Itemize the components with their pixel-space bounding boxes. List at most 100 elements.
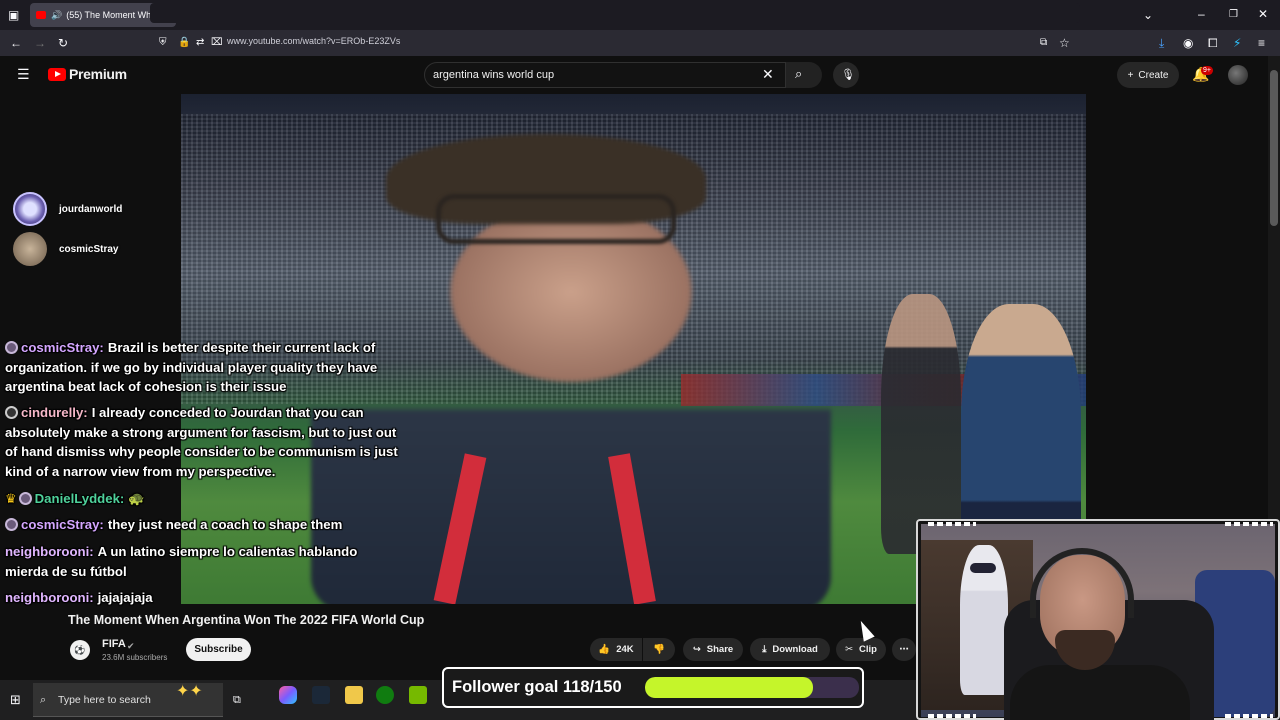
lock-icon[interactable]: 🔒 — [178, 37, 190, 49]
extensions-icon[interactable]: ⧠ — [1208, 37, 1218, 49]
hamburger-menu-icon[interactable]: ☰ — [17, 67, 30, 81]
address-bar[interactable] — [150, 3, 1080, 23]
extension-icon[interactable]: ⚡ — [1233, 37, 1241, 49]
viewer-avatar — [13, 232, 47, 266]
badge-icon — [5, 518, 18, 531]
more-icon: ⋯ — [899, 644, 909, 655]
share-button[interactable]: ↪ Share — [683, 638, 743, 661]
dislike-button[interactable]: 👎 — [643, 638, 675, 661]
picture-in-picture-icon[interactable]: ⧉ — [1040, 37, 1047, 49]
chat-username: cosmicStray: — [21, 517, 104, 532]
user-avatar[interactable] — [1228, 65, 1248, 85]
crown-icon: ♛ — [5, 491, 17, 506]
chat-text: I already conceded to Jourdan that you c… — [91, 405, 364, 420]
chat-message: neighborooni: jajajajaja — [5, 588, 153, 608]
file-explorer-icon[interactable] — [345, 686, 363, 704]
badge-icon — [5, 341, 18, 354]
nvidia-icon[interactable] — [409, 686, 427, 704]
scissors-icon: ✂ — [845, 644, 853, 655]
search-icon: ⌕ — [40, 694, 47, 706]
steam-icon[interactable] — [312, 686, 330, 704]
frame-decoration — [928, 714, 976, 718]
navigation-bar — [0, 30, 1280, 56]
glasses — [436, 194, 676, 244]
scrollbar-thumb[interactable] — [1270, 70, 1278, 226]
badge-icon — [18, 492, 32, 505]
restore-icon[interactable]: ❐ — [1229, 9, 1238, 21]
video-title: The Moment When Argentina Won The 2022 F… — [68, 613, 425, 627]
share-label: Share — [706, 644, 734, 655]
chat-text: they just need a coach to shape them — [107, 517, 343, 532]
more-actions-button[interactable]: ⋯ — [892, 638, 916, 661]
download-label: Download — [772, 644, 818, 655]
youtube-favicon-icon — [36, 11, 46, 19]
microphone-icon[interactable]: 🎙 — [841, 69, 855, 81]
back-icon[interactable]: ← — [10, 37, 22, 49]
chat-text: organization. if we go by individual pla… — [5, 359, 378, 395]
viewer-name: jourdanworld — [59, 204, 123, 215]
badge-icon — [5, 406, 18, 419]
like-button[interactable]: 👍 24K — [590, 638, 642, 661]
permissions-icon[interactable]: ⇄ — [196, 37, 204, 49]
subscribe-button[interactable]: Subscribe — [186, 638, 251, 661]
chat-username: cosmicStray: — [21, 340, 104, 355]
channel-avatar[interactable]: ⚽ — [70, 640, 90, 660]
youtube-play-icon — [48, 67, 66, 81]
chat-message: ♛ DanielLyddek: 🐢 — [5, 489, 145, 509]
download-button[interactable]: ⤓ Download — [750, 638, 830, 661]
plus-icon: + — [1127, 69, 1134, 81]
chat-message: cosmicStray: they just need a coach to sh… — [5, 515, 342, 535]
account-icon[interactable]: ◉ — [1183, 37, 1193, 49]
url-text[interactable]: www.youtube.com/watch?v=EROb-E23ZVs — [227, 36, 400, 46]
speaker-icon[interactable]: 🔊 — [51, 10, 62, 21]
sparkle-icon[interactable]: ✦✦ — [176, 684, 203, 700]
tab-title: (55) The Moment When Ar — [66, 10, 157, 20]
subscriber-count: 23.6M subscribers — [102, 653, 168, 662]
share-icon: ↪ — [692, 644, 701, 655]
chat-text: jajajajaja — [97, 590, 153, 605]
youtube-logo[interactable]: Premium — [48, 66, 127, 82]
follower-goal-progress-fill — [645, 677, 814, 698]
reload-icon[interactable]: ↻ — [58, 37, 68, 49]
menu-icon[interactable]: ≡ — [1258, 37, 1265, 49]
shield-icon[interactable]: ⛨ — [159, 37, 167, 49]
taskbar-search-placeholder[interactable]: Type here to search — [58, 694, 151, 706]
frame-decoration — [1225, 522, 1273, 526]
frame-decoration — [928, 522, 976, 526]
clear-search-icon[interactable]: ✕ — [762, 67, 774, 81]
follower-goal-progress-track — [645, 677, 859, 698]
turtle-emote-icon: 🐢 — [128, 491, 145, 506]
chat-message: cindurelly: I already conceded to Jourdan… — [5, 403, 435, 481]
camera-off-icon[interactable]: ⌧ — [211, 37, 223, 49]
tab-list-icon[interactable]: ▣ — [8, 9, 19, 21]
logo-text: Premium — [69, 66, 127, 82]
create-label: Create — [1138, 69, 1169, 81]
notification-count-badge: 9+ — [1201, 66, 1213, 75]
forward-icon[interactable]: → — [34, 37, 46, 49]
streamer-shirt — [1010, 665, 1190, 720]
search-query[interactable]: argentina wins world cup — [433, 69, 554, 81]
close-window-icon[interactable]: ✕ — [1258, 8, 1268, 20]
viewer-avatar — [13, 192, 47, 226]
chevron-down-icon[interactable]: ⌄ — [1143, 9, 1153, 21]
search-button[interactable] — [786, 62, 822, 88]
bookmark-star-icon[interactable]: ☆ — [1059, 37, 1070, 49]
chat-username: cindurelly: — [21, 405, 88, 420]
chat-username: neighborooni: — [5, 544, 94, 559]
clip-button[interactable]: ✂ Clip — [836, 638, 886, 661]
search-icon[interactable]: ⌕ — [795, 67, 802, 80]
minimize-icon[interactable]: – — [1198, 8, 1205, 20]
task-view-icon[interactable]: ⧉ — [233, 694, 241, 706]
windows-start-icon[interactable]: ⊞ — [10, 693, 21, 706]
background-person — [881, 294, 961, 554]
robot-visor — [970, 563, 996, 573]
create-button[interactable]: + Create — [1117, 62, 1179, 88]
chat-text: Brazil is better despite their current l… — [107, 340, 376, 355]
channel-name[interactable]: FIFA — [102, 638, 126, 650]
copilot-icon[interactable] — [279, 686, 297, 704]
verified-icon: ✔ — [127, 641, 135, 651]
viewer-name: cosmicStray — [59, 244, 119, 255]
download-icon: ⤓ — [762, 644, 767, 655]
downloads-icon[interactable]: ⤓ — [1159, 37, 1164, 49]
xbox-icon[interactable] — [376, 686, 394, 704]
